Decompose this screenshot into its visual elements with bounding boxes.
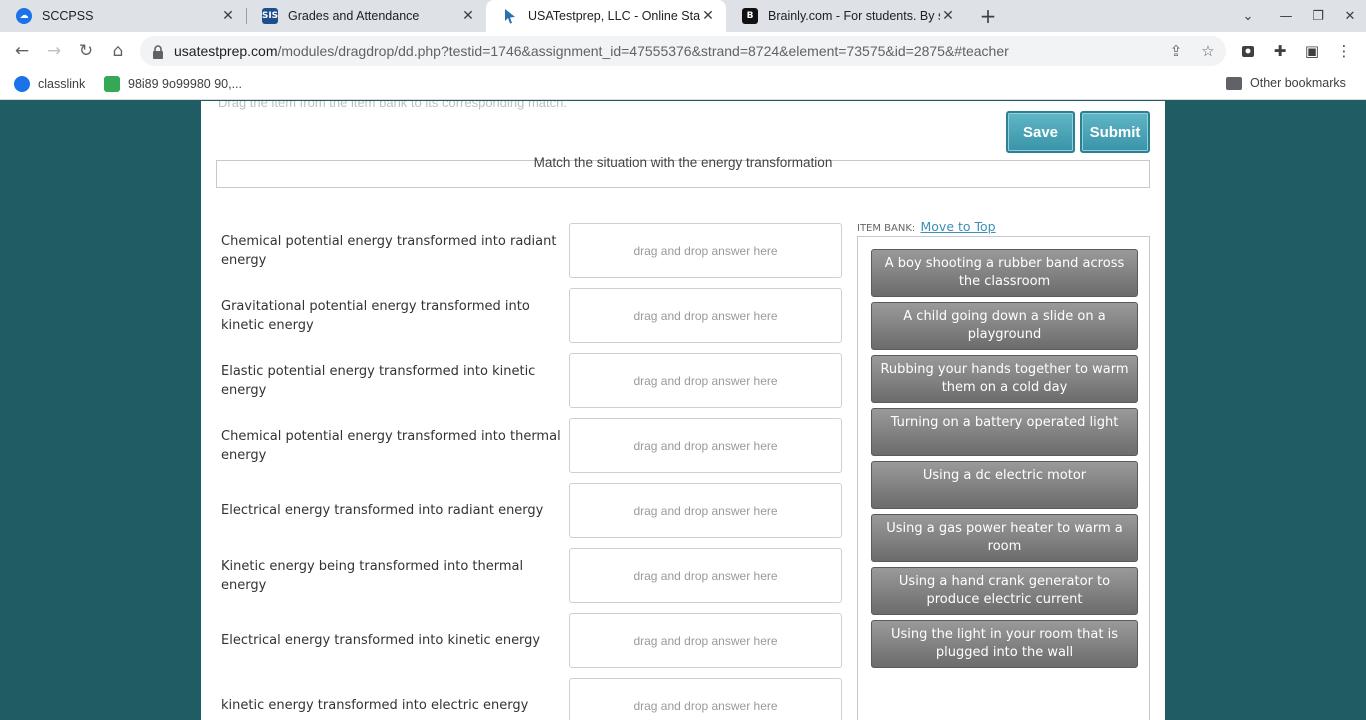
answer-dropzone[interactable]: drag and drop answer here xyxy=(569,483,842,538)
side-panel-icon[interactable]: ▣ xyxy=(1302,41,1322,61)
match-row: kinetic energy transformed into electric… xyxy=(221,678,842,720)
tab-search-chevron-icon[interactable]: ⌄ xyxy=(1236,4,1260,28)
tab-title: Brainly.com - For students. By st xyxy=(768,9,940,23)
other-bookmarks[interactable]: Other bookmarks xyxy=(1226,76,1346,90)
draggable-answer[interactable]: Using a hand crank generator to produce … xyxy=(871,567,1138,615)
extension-icon[interactable] xyxy=(1238,41,1258,61)
instructions-text: Drag the item from the item bank to its … xyxy=(218,101,567,110)
move-to-top-link[interactable]: Move to Top xyxy=(920,219,995,234)
kebab-menu-icon[interactable]: ⋮ xyxy=(1334,41,1354,61)
tab-strip: ☁ SCCPSS ✕ SIS Grades and Attendance ✕ U… xyxy=(0,0,1366,32)
match-prompt: kinetic energy transformed into electric… xyxy=(221,698,529,713)
item-bank-header: ITEM BANK: Move to Top xyxy=(857,219,996,234)
address-bar[interactable]: usatestprep.com/modules/dragdrop/dd.php?… xyxy=(140,36,1226,66)
share-icon[interactable]: ⇪ xyxy=(1165,40,1187,62)
close-window-icon[interactable]: ✕ xyxy=(1338,4,1362,28)
match-row: Gravitational potential energy transform… xyxy=(221,288,842,343)
tab-usatestprep[interactable]: USATestprep, LLC - Online State-S ✕ xyxy=(486,0,726,32)
minimize-icon[interactable]: — xyxy=(1274,4,1298,28)
tab-grades[interactable]: SIS Grades and Attendance ✕ xyxy=(246,0,486,32)
other-bookmarks-label: Other bookmarks xyxy=(1250,76,1346,90)
extensions-puzzle-icon[interactable]: ✚ xyxy=(1270,41,1290,61)
match-prompt: Chemical potential energy transformed in… xyxy=(221,233,557,268)
question-box: Match the situation with the energy tran… xyxy=(216,155,1150,188)
lock-icon[interactable] xyxy=(152,44,164,59)
answer-dropzone[interactable]: drag and drop answer here xyxy=(569,353,842,408)
draggable-answer[interactable]: Rubbing your hands together to warm them… xyxy=(871,355,1138,403)
url-text: usatestprep.com/modules/dragdrop/dd.php?… xyxy=(174,43,1009,59)
answer-dropzone[interactable]: drag and drop answer here xyxy=(569,418,842,473)
tab-title: SCCPSS xyxy=(42,9,94,23)
back-arrow-icon[interactable]: ← xyxy=(8,37,36,65)
classlink-cloud-icon xyxy=(14,76,30,92)
browser-toolbar: ← → ↻ ⌂ usatestprep.com/modules/dragdrop… xyxy=(0,32,1366,70)
match-row: Electrical energy transformed into radia… xyxy=(221,483,842,538)
bookmark-label: 98i89 9o99980 90,... xyxy=(128,77,242,91)
new-tab-button[interactable]: + xyxy=(976,4,1000,28)
item-bank-label: ITEM BANK: xyxy=(857,223,916,234)
save-button[interactable]: Save xyxy=(1006,111,1075,153)
match-row: Elastic potential energy transformed int… xyxy=(221,353,842,408)
bookmark-label: classlink xyxy=(38,77,86,91)
match-row: Chemical potential energy transformed in… xyxy=(221,418,842,473)
bookmarks-bar: classlink 98i89 9o99980 90,... Other boo… xyxy=(0,70,1366,100)
url-host: usatestprep.com xyxy=(174,43,278,59)
drag-drop-page: Drag the item from the item bank to its … xyxy=(201,101,1165,720)
close-icon[interactable]: ✕ xyxy=(940,8,956,24)
close-icon[interactable]: ✕ xyxy=(220,8,236,24)
match-prompt: Elastic potential energy transformed int… xyxy=(221,363,536,398)
brainly-icon: B xyxy=(742,8,758,24)
restore-icon[interactable]: ❐ xyxy=(1306,4,1330,28)
close-icon[interactable]: ✕ xyxy=(700,8,716,24)
answer-dropzone[interactable]: drag and drop answer here xyxy=(569,288,842,343)
answer-dropzone[interactable]: drag and drop answer here xyxy=(569,678,842,720)
item-bank: A boy shooting a rubber band across the … xyxy=(857,236,1150,720)
question-text: Match the situation with the energy tran… xyxy=(533,155,833,170)
tab-title: USATestprep, LLC - Online State-S xyxy=(528,9,700,23)
draggable-answer[interactable]: A boy shooting a rubber band across the … xyxy=(871,249,1138,297)
draggable-answer[interactable]: Using a gas power heater to warm a room xyxy=(871,514,1138,562)
match-prompt: Electrical energy transformed into radia… xyxy=(221,503,544,518)
match-prompt: Gravitational potential energy transform… xyxy=(221,298,530,333)
tab-sccpss[interactable]: ☁ SCCPSS ✕ xyxy=(0,0,246,32)
forward-arrow-icon[interactable]: → xyxy=(40,37,68,65)
match-row: Chemical potential energy transformed in… xyxy=(221,223,842,278)
tab-title: Grades and Attendance xyxy=(288,9,420,23)
classlink-cloud-icon: ☁ xyxy=(16,8,32,24)
green-c-icon xyxy=(104,76,120,92)
match-row: Electrical energy transformed into kinet… xyxy=(221,613,842,668)
draggable-answer[interactable]: Turning on a battery operated light xyxy=(871,408,1138,456)
match-prompt: Chemical potential energy transformed in… xyxy=(221,428,561,463)
home-icon[interactable]: ⌂ xyxy=(104,37,132,65)
close-icon[interactable]: ✕ xyxy=(460,8,476,24)
draggable-answer[interactable]: A child going down a slide on a playgrou… xyxy=(871,302,1138,350)
url-path: /modules/dragdrop/dd.php?testid=1746&ass… xyxy=(277,43,1009,59)
match-prompt: Kinetic energy being transformed into th… xyxy=(221,558,524,593)
submit-button[interactable]: Submit xyxy=(1080,111,1150,153)
usatestprep-cursor-icon xyxy=(502,8,518,24)
tab-brainly[interactable]: B Brainly.com - For students. By st ✕ xyxy=(726,0,966,32)
draggable-answer[interactable]: Using a dc electric motor xyxy=(871,461,1138,509)
bookmark-classlink[interactable]: classlink xyxy=(14,76,85,92)
answer-dropzone[interactable]: drag and drop answer here xyxy=(569,613,842,668)
bookmark-2[interactable]: 98i89 9o99980 90,... xyxy=(104,76,242,92)
sis-icon: SIS xyxy=(262,8,278,24)
answer-dropzone[interactable]: drag and drop answer here xyxy=(569,223,842,278)
match-row: Kinetic energy being transformed into th… xyxy=(221,548,842,603)
folder-icon xyxy=(1226,76,1242,90)
draggable-answer[interactable]: Using the light in your room that is plu… xyxy=(871,620,1138,668)
bookmark-star-icon[interactable]: ☆ xyxy=(1197,40,1219,62)
answer-dropzone[interactable]: drag and drop answer here xyxy=(569,548,842,603)
match-prompt: Electrical energy transformed into kinet… xyxy=(221,633,541,648)
reload-icon[interactable]: ↻ xyxy=(72,37,100,65)
